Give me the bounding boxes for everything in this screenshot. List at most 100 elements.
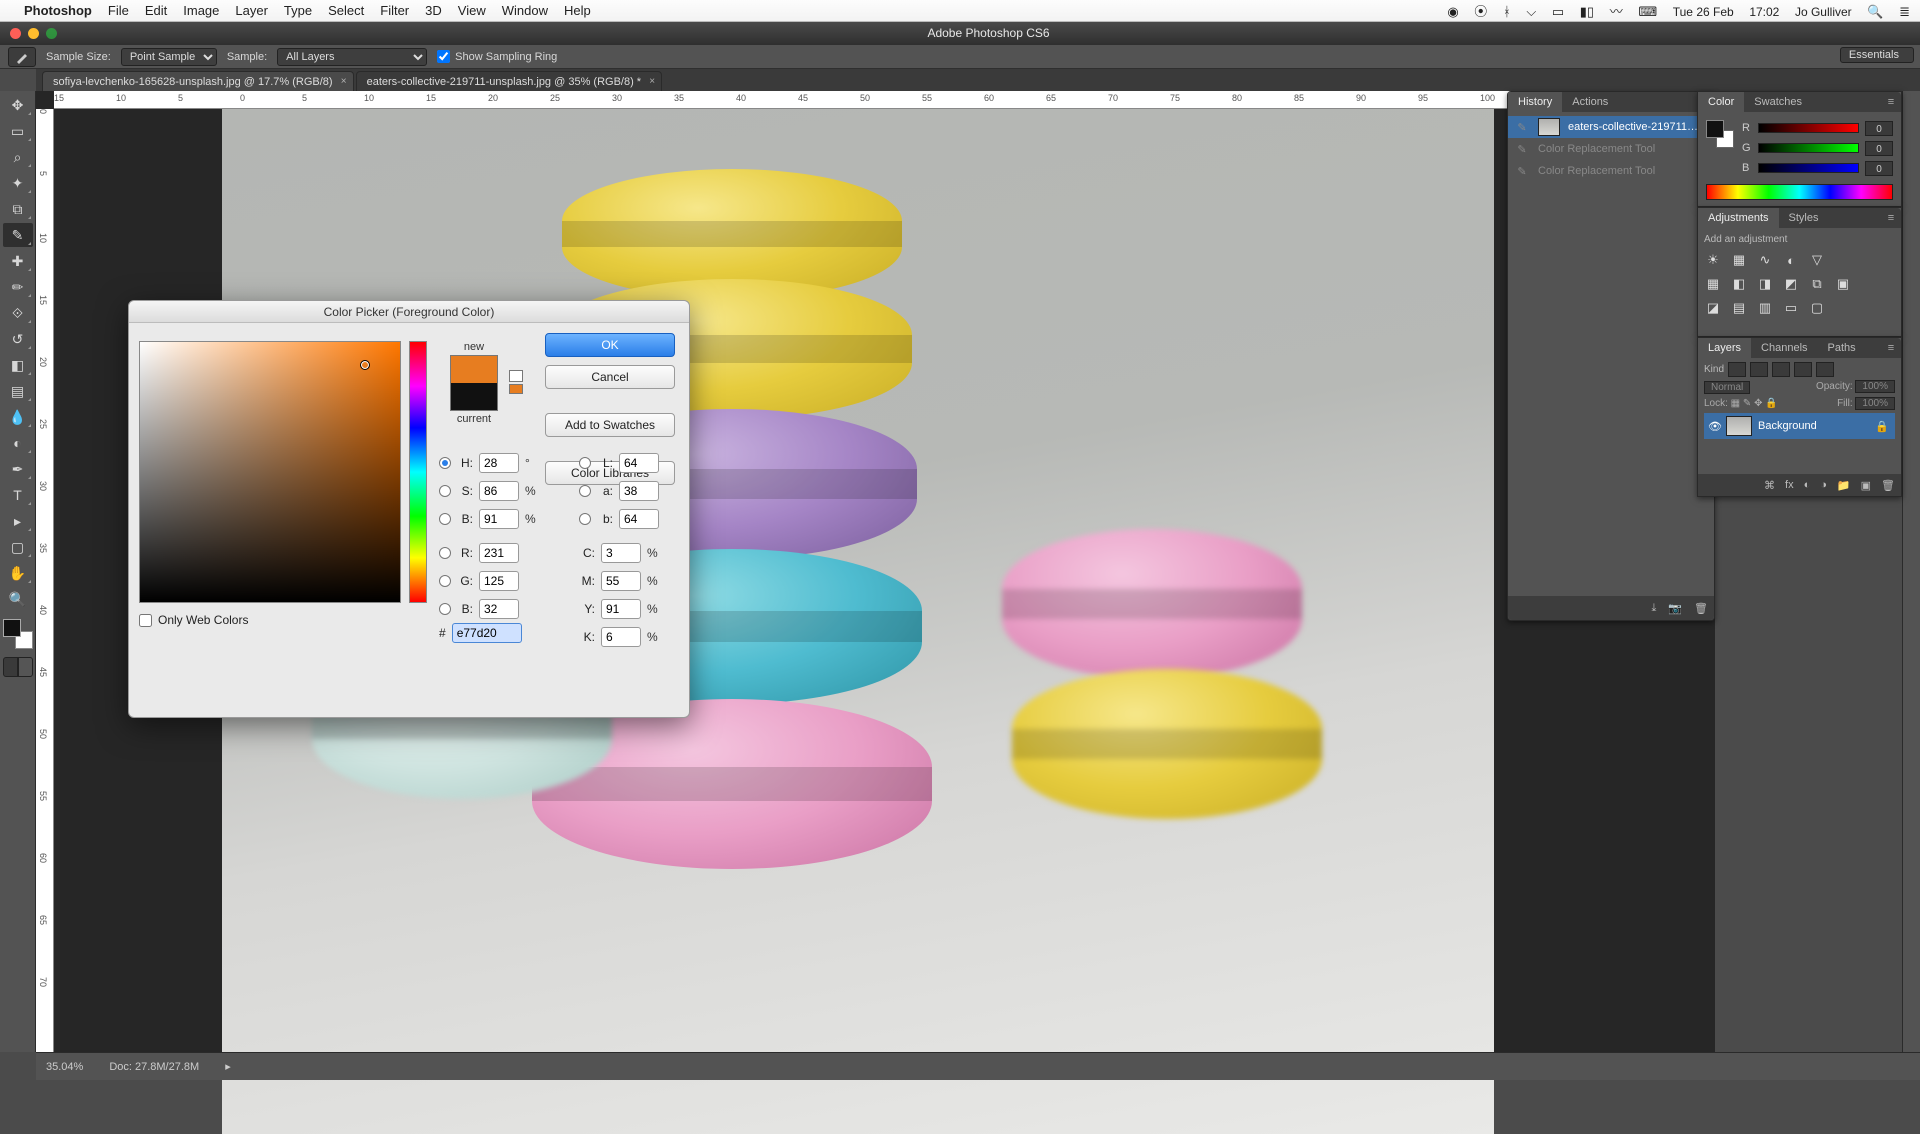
filter-type-icon[interactable] bbox=[1772, 362, 1790, 377]
r-input[interactable] bbox=[479, 543, 519, 563]
adjust-layer-icon[interactable]: ◑ bbox=[1820, 479, 1827, 491]
blur-tool-icon[interactable]: 💧 bbox=[3, 405, 33, 429]
hue-slider[interactable] bbox=[409, 341, 427, 603]
history-brush-tool-icon[interactable]: ↺ bbox=[3, 327, 33, 351]
k-input[interactable] bbox=[601, 627, 641, 647]
history-row[interactable]: ✎Color Replacement Tool bbox=[1508, 160, 1714, 182]
trash-icon[interactable]: 🗑 bbox=[1881, 479, 1895, 492]
history-row[interactable]: ✎Color Replacement Tool bbox=[1508, 138, 1714, 160]
opacity-value[interactable]: 100% bbox=[1855, 380, 1895, 393]
tab-paths[interactable]: Paths bbox=[1818, 338, 1866, 358]
visibility-icon[interactable]: 👁 bbox=[1704, 420, 1726, 433]
group-icon[interactable]: 📁 bbox=[1837, 479, 1851, 492]
only-web-colors-checkbox[interactable] bbox=[139, 614, 152, 627]
panel-menu-icon[interactable]: ≡ bbox=[1881, 338, 1901, 358]
sample-select[interactable]: All Layers bbox=[277, 48, 427, 66]
spotlight-icon[interactable]: 🔍 bbox=[1867, 4, 1883, 19]
cancel-button[interactable]: Cancel bbox=[545, 365, 675, 389]
fx-icon[interactable]: fx bbox=[1785, 479, 1794, 491]
b-lab-input[interactable] bbox=[619, 509, 659, 529]
app-name[interactable]: Photoshop bbox=[24, 3, 92, 18]
battery-icon[interactable]: ▮▯ bbox=[1580, 4, 1594, 19]
tool-preset-menu[interactable] bbox=[8, 47, 36, 67]
levels-icon[interactable]: ▦ bbox=[1730, 251, 1748, 269]
picker-marker[interactable] bbox=[360, 360, 370, 370]
wifi-icon[interactable]: 〰 bbox=[1610, 4, 1623, 19]
h-input[interactable] bbox=[479, 453, 519, 473]
close-icon[interactable]: × bbox=[649, 76, 655, 87]
ok-button[interactable]: OK bbox=[545, 333, 675, 357]
lookup-icon[interactable]: ▣ bbox=[1834, 275, 1852, 293]
g-value[interactable]: 0 bbox=[1865, 141, 1893, 156]
selective-color-icon[interactable]: ▢ bbox=[1808, 299, 1826, 317]
blend-mode-select[interactable]: Normal bbox=[1704, 381, 1750, 394]
lasso-tool-icon[interactable]: ⌕ bbox=[3, 145, 33, 169]
tab-doc-1[interactable]: eaters-collective-219711-unsplash.jpg @ … bbox=[356, 71, 662, 91]
curves-icon[interactable]: ∿ bbox=[1756, 251, 1774, 269]
healing-tool-icon[interactable]: ✚ bbox=[3, 249, 33, 273]
ruler-horizontal[interactable]: 1510505101520253035404550556065707580859… bbox=[54, 91, 1715, 109]
web-safe-warning-icon[interactable] bbox=[509, 370, 525, 386]
h-radio[interactable] bbox=[439, 457, 451, 469]
g-radio[interactable] bbox=[439, 575, 451, 587]
eraser-tool-icon[interactable]: ◧ bbox=[3, 353, 33, 377]
stamp-tool-icon[interactable]: ⟐ bbox=[3, 301, 33, 325]
tab-layers[interactable]: Layers bbox=[1698, 338, 1751, 358]
filter-shape-icon[interactable] bbox=[1794, 362, 1812, 377]
chevron-right-icon[interactable]: ▸ bbox=[225, 1060, 231, 1073]
menu-window[interactable]: Window bbox=[502, 3, 548, 18]
menu-edit[interactable]: Edit bbox=[145, 3, 167, 18]
move-tool-icon[interactable]: ✥ bbox=[3, 93, 33, 117]
bluetooth-icon[interactable]: ᚼ bbox=[1503, 4, 1511, 19]
zoom-tool-icon[interactable]: 🔍 bbox=[3, 587, 33, 611]
menubar-user[interactable]: Jo Gulliver bbox=[1795, 5, 1852, 19]
status-doc[interactable]: Doc: 27.8M/27.8M bbox=[109, 1061, 199, 1073]
tab-history[interactable]: History bbox=[1508, 92, 1562, 112]
show-sampling-ring-checkbox[interactable]: Show Sampling Ring bbox=[437, 50, 557, 63]
menu-file[interactable]: File bbox=[108, 3, 129, 18]
a-input[interactable] bbox=[619, 481, 659, 501]
r-slider[interactable] bbox=[1758, 123, 1859, 133]
color-balance-icon[interactable]: ◧ bbox=[1730, 275, 1748, 293]
r-value[interactable]: 0 bbox=[1865, 121, 1893, 136]
trash-icon[interactable]: 🗑 bbox=[1694, 602, 1708, 615]
posterize-icon[interactable]: ▤ bbox=[1730, 299, 1748, 317]
tab-swatches[interactable]: Swatches bbox=[1744, 92, 1812, 112]
photo-filter-icon[interactable]: ◩ bbox=[1782, 275, 1800, 293]
y-input[interactable] bbox=[601, 599, 641, 619]
a-radio[interactable] bbox=[579, 485, 591, 497]
shield-icon[interactable]: ⦿ bbox=[1474, 4, 1487, 19]
hand-tool-icon[interactable]: ✋ bbox=[3, 561, 33, 585]
sample-size-select[interactable]: Point Sample bbox=[121, 48, 217, 66]
tab-color[interactable]: Color bbox=[1698, 92, 1744, 112]
new-layer-icon[interactable]: ▣ bbox=[1861, 479, 1871, 492]
b-hsb-input[interactable] bbox=[479, 509, 519, 529]
b-rgb-input[interactable] bbox=[479, 599, 519, 619]
tab-doc-0[interactable]: sofiya-levchenko-165628-unsplash.jpg @ 1… bbox=[42, 71, 354, 91]
dialog-title[interactable]: Color Picker (Foreground Color) bbox=[129, 301, 689, 323]
fg-bg-swatch[interactable] bbox=[1706, 120, 1734, 148]
tab-adjustments[interactable]: Adjustments bbox=[1698, 208, 1779, 228]
keyboard-icon[interactable]: ⌨ bbox=[1638, 4, 1657, 19]
bw-icon[interactable]: ◨ bbox=[1756, 275, 1774, 293]
layer-row[interactable]: 👁 Background 🔒 bbox=[1704, 413, 1895, 439]
hex-input[interactable] bbox=[452, 623, 522, 643]
exposure-icon[interactable]: ◐ bbox=[1782, 251, 1800, 269]
menu-filter[interactable]: Filter bbox=[380, 3, 409, 18]
mask-icon[interactable]: ◐ bbox=[1804, 479, 1811, 491]
brush-tool-icon[interactable]: ✏ bbox=[3, 275, 33, 299]
s-input[interactable] bbox=[479, 481, 519, 501]
c-input[interactable] bbox=[601, 543, 641, 563]
panel-menu-icon[interactable]: ≡ bbox=[1881, 92, 1901, 112]
menubar-time[interactable]: 17:02 bbox=[1749, 5, 1779, 19]
vibrance-icon[interactable]: ▽ bbox=[1808, 251, 1826, 269]
r-radio[interactable] bbox=[439, 547, 451, 559]
workspace-menu[interactable]: Essentials bbox=[1840, 47, 1914, 63]
menu-3d[interactable]: 3D bbox=[425, 3, 442, 18]
color-swatches[interactable] bbox=[3, 619, 33, 649]
threshold-icon[interactable]: ▥ bbox=[1756, 299, 1774, 317]
filter-adjust-icon[interactable] bbox=[1750, 362, 1768, 377]
ruler-vertical[interactable]: 0510152025303540455055606570 bbox=[36, 109, 54, 1052]
dropbox-icon[interactable]: ⌵ bbox=[1526, 4, 1536, 19]
quick-mask-toggle[interactable] bbox=[3, 657, 33, 679]
